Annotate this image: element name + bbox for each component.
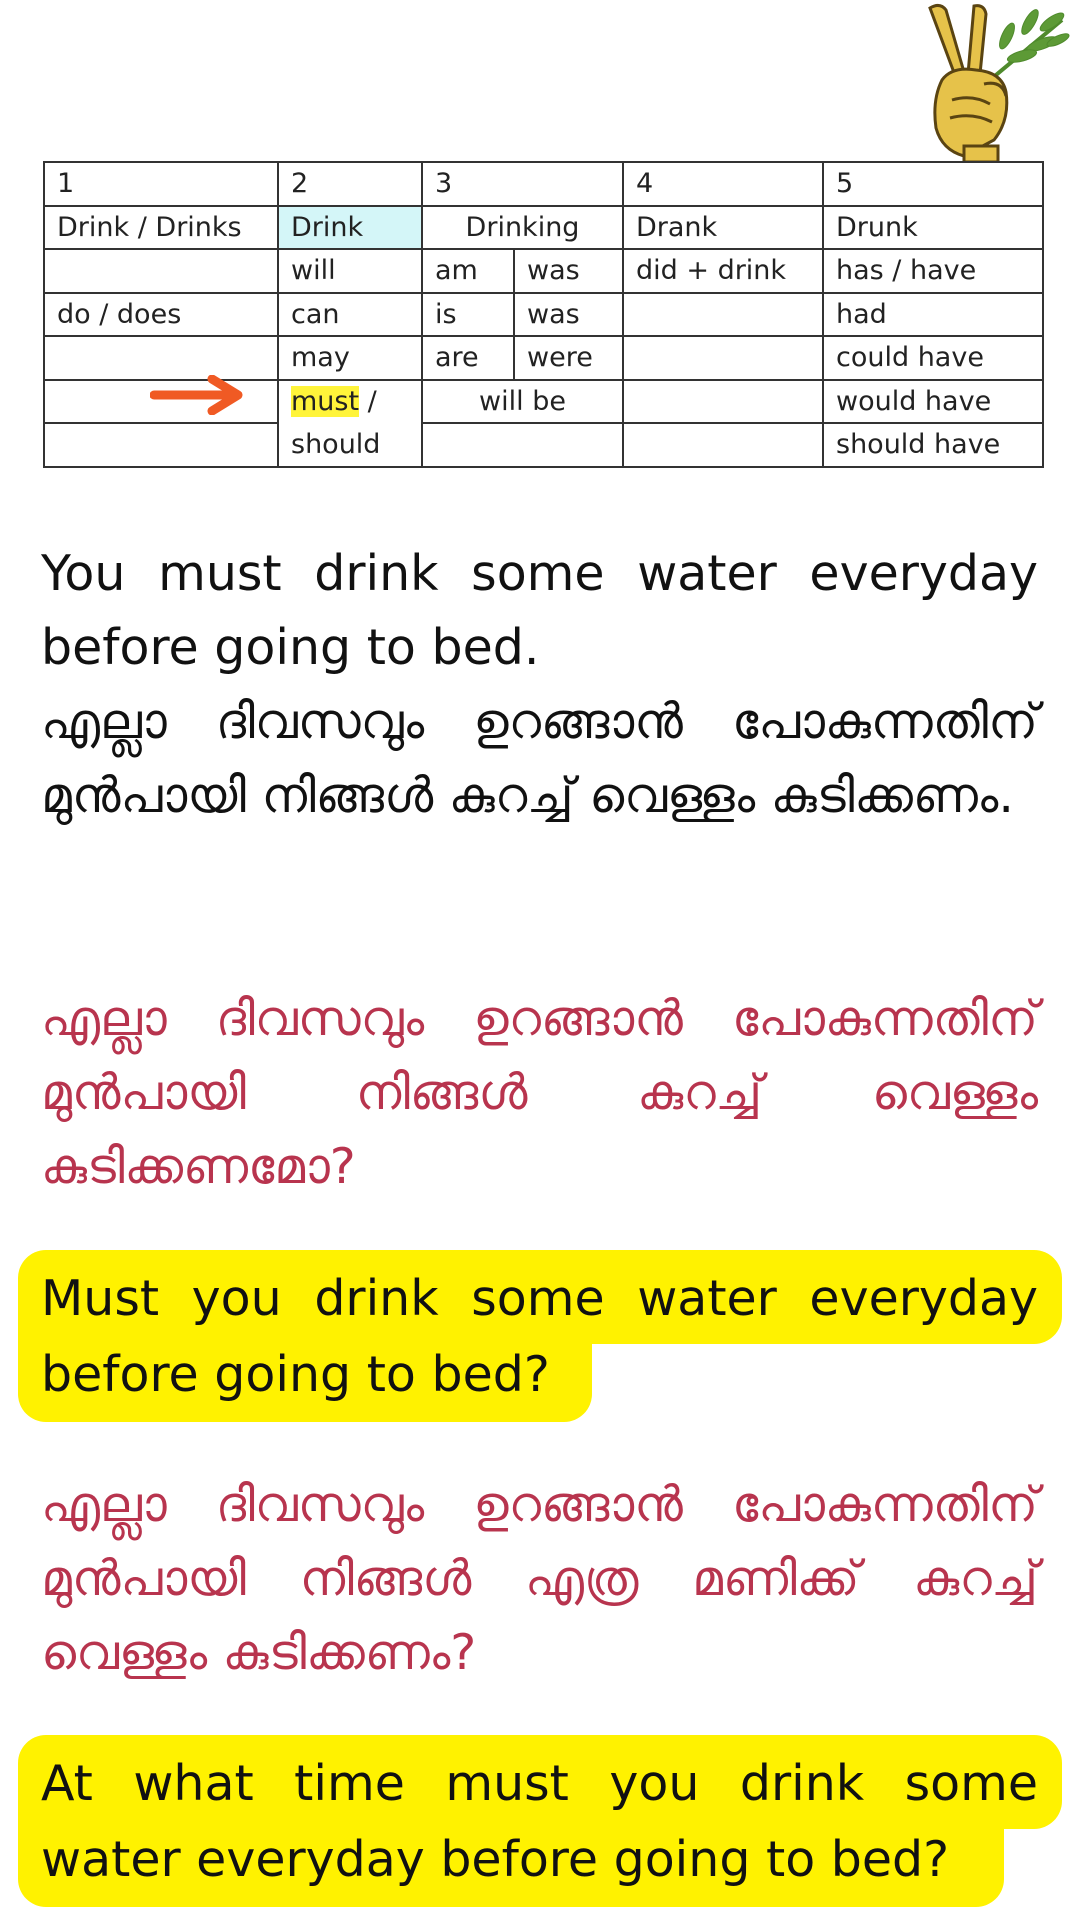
table-cell: will — [277, 248, 423, 294]
table-row: should should have — [43, 422, 1044, 468]
table-cell — [622, 291, 824, 337]
right-arrow-icon — [150, 375, 243, 415]
table-row: will am was did + drink has / have — [43, 248, 1044, 294]
table-cell: did + drink — [622, 248, 824, 294]
table-header-cell: 5 — [822, 161, 1044, 207]
table-cell: Drink — [277, 204, 423, 250]
table-cell: is — [421, 291, 515, 337]
question-english-line2: before going to bed? — [41, 1346, 550, 1403]
table-row: Drink / Drinks Drink Drinking Drank Drun… — [43, 204, 1044, 250]
table-cell: are — [421, 335, 515, 381]
table-cell — [622, 335, 824, 381]
example-sentence-english: You must drink some water everyday befor… — [41, 545, 1038, 676]
table-cell: has / have — [822, 248, 1044, 294]
table-row: may are were could have — [43, 335, 1044, 381]
table-cell — [421, 422, 624, 468]
table-cell: was — [513, 291, 624, 337]
table-cell — [622, 378, 824, 424]
table-header-row: 1 2 3 4 5 — [43, 161, 1044, 207]
slash-text: / — [367, 386, 377, 418]
table-cell: will be — [421, 378, 624, 424]
table-cell — [43, 335, 279, 381]
example-sentence-malayalam: എല്ലാ ദിവസവും ഉറങ്ങാൻ പോകുന്നതിന് മുൻപായ… — [41, 693, 1038, 824]
highlight-line: Must you drink some water everyday — [18, 1250, 1062, 1344]
table-header-cell: 4 — [622, 161, 824, 207]
question-english-highlight: Must you drink some water everyday befor… — [18, 1250, 1062, 1422]
table-cell: Drinking — [421, 204, 624, 250]
table-cell: am — [421, 248, 515, 294]
table-cell: had — [822, 291, 1044, 337]
table-cell: could have — [822, 335, 1044, 381]
must-highlight: must — [291, 386, 360, 418]
question-malayalam: എല്ലാ ദിവസവും ഉറങ്ങാൻ പോകുന്നതിന് മുൻപായ… — [41, 990, 1038, 1195]
table-cell — [622, 422, 824, 468]
highlight-line: water everyday before going to bed? — [18, 1827, 1004, 1907]
table-cell — [43, 248, 279, 294]
victory-hand-olive-branch-icon — [928, 3, 1070, 162]
table-cell — [43, 422, 279, 468]
wh-question-english-line2: water everyday before going to bed? — [41, 1831, 950, 1888]
table-cell: Drink / Drinks — [43, 204, 279, 250]
table-header-cell: 2 — [277, 161, 423, 207]
question-english-line1: Must you drink some water everyday — [41, 1270, 1038, 1327]
table-cell: would have — [822, 378, 1044, 424]
table-cell: were — [513, 335, 624, 381]
table-header-cell: 1 — [43, 161, 279, 207]
verb-forms-table: 1 2 3 4 5 Drink / Drinks Drink Drinking … — [43, 161, 1044, 468]
table-cell: do / does — [43, 291, 279, 337]
table-row: do / does can is was had — [43, 291, 1044, 337]
table-cell: should — [277, 423, 423, 468]
highlight-line: At what time must you drink some — [18, 1735, 1062, 1829]
table-cell: should have — [822, 422, 1044, 468]
wh-question-english-line1: At what time must you drink some — [41, 1755, 1038, 1812]
table-cell: may — [277, 335, 423, 381]
wh-question-english-highlight: At what time must you drink some water e… — [18, 1735, 1062, 1907]
table-cell: can — [277, 291, 423, 337]
table-cell: was — [513, 248, 624, 294]
highlight-line: before going to bed? — [18, 1342, 592, 1422]
table-cell: must / — [277, 378, 423, 423]
table-cell: Drank — [622, 204, 824, 250]
wh-question-malayalam: എല്ലാ ദിവസവും ഉറങ്ങാൻ പോകുന്നതിന് മുൻപായ… — [41, 1476, 1038, 1681]
table-cell: Drunk — [822, 204, 1044, 250]
table-header-cell: 3 — [421, 161, 624, 207]
